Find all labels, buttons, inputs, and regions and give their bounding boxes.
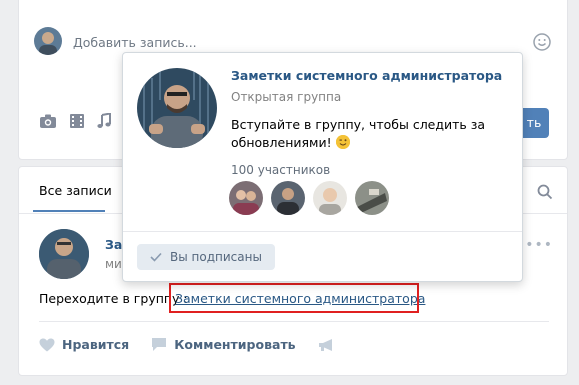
members-count[interactable]: 100 участников [231,163,330,177]
post-actions: Нравится Комментировать [39,337,358,352]
group-description-text: Вступайте в группу, чтобы следить за обн… [231,117,486,150]
divider [123,231,522,232]
new-post-input[interactable]: Добавить запись... [73,35,197,50]
music-icon[interactable] [97,113,111,129]
camera-icon[interactable] [39,113,57,129]
divider [39,321,549,322]
video-icon[interactable] [69,113,85,129]
group-description: Вступайте в группу, чтобы следить за обн… [231,116,501,152]
comment-button[interactable]: Комментировать [151,337,296,352]
post-text: Переходите в группу : [39,291,188,306]
members-list [229,181,389,215]
checkmark-icon [150,252,162,262]
comment-icon [151,337,167,352]
subscribed-label: Вы подписаны [170,250,262,264]
member-avatar[interactable] [229,181,263,215]
subscribed-button[interactable]: Вы подписаны [137,244,275,270]
share-button[interactable] [318,338,336,352]
tab-active-underline [33,210,105,212]
megaphone-icon [318,338,336,352]
like-label: Нравится [62,337,130,352]
wink-emoji-icon [335,135,350,149]
tab-all-posts[interactable]: Все записи [39,183,112,198]
group-avatar[interactable] [137,68,217,148]
comment-label: Комментировать [174,337,296,352]
highlight-box [169,283,419,313]
like-button[interactable]: Нравится [39,337,129,352]
search-icon[interactable] [537,184,553,200]
heart-icon [39,338,55,352]
group-title[interactable]: Заметки системного администратора [231,68,502,83]
group-popup: Заметки системного администратора Открыт… [122,52,523,282]
member-avatar[interactable] [313,181,347,215]
post-date[interactable]: ми [105,257,122,271]
group-type: Открытая группа [231,90,342,104]
user-avatar[interactable] [34,27,62,55]
member-avatar[interactable] [355,181,389,215]
post-more-icon[interactable]: ••• [525,237,553,253]
publish-button[interactable]: ть [519,108,549,138]
post-author-avatar[interactable] [39,229,89,279]
emoji-icon[interactable] [533,33,551,51]
member-avatar[interactable] [271,181,305,215]
